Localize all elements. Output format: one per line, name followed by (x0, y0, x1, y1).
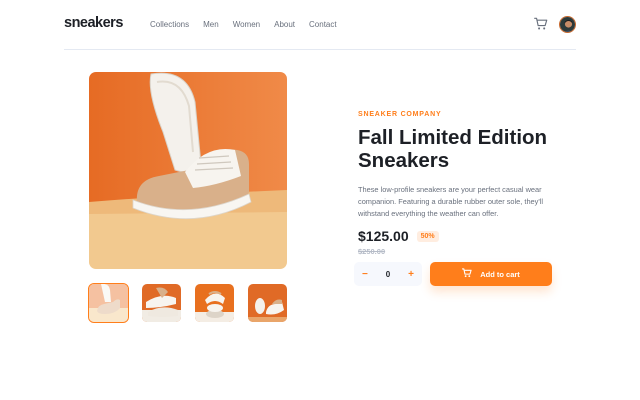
original-price: $250.00 (358, 247, 386, 256)
quantity-stepper: − 0 + (354, 262, 422, 286)
thumbnail-2[interactable] (142, 284, 181, 322)
main-nav: Collections Men Women About Contact (150, 20, 337, 29)
price-row: $125.00 50% (358, 228, 558, 244)
thumbnail-strip (88, 283, 287, 323)
add-to-cart-label: Add to cart (480, 269, 520, 279)
company-label: SNEAKER COMPANY (358, 111, 442, 118)
nav-women[interactable]: Women (233, 20, 260, 29)
thumbnail-3[interactable] (195, 284, 234, 322)
current-price: $125.00 (358, 228, 409, 244)
thumbnail-1[interactable] (88, 283, 129, 323)
nav-about[interactable]: About (274, 20, 295, 29)
user-avatar[interactable] (559, 16, 576, 33)
cart-icon (462, 268, 472, 280)
decrease-quantity-button[interactable]: − (362, 269, 368, 280)
nav-contact[interactable]: Contact (309, 20, 337, 29)
quantity-value: 0 (385, 269, 391, 279)
add-to-cart-button[interactable]: Add to cart (430, 262, 552, 286)
nav-men[interactable]: Men (203, 20, 219, 29)
site-header: sneakers Collections Men Women About Con… (64, 0, 576, 50)
product-description: These low-profile sneakers are your perf… (358, 185, 544, 218)
product-main-image[interactable] (89, 72, 287, 269)
logo[interactable]: sneakers (64, 15, 123, 31)
increase-quantity-button[interactable]: + (408, 269, 414, 280)
nav-collections[interactable]: Collections (150, 20, 189, 29)
product-title: Fall Limited Edition Sneakers (358, 126, 548, 172)
thumbnail-4[interactable] (248, 284, 287, 322)
discount-badge: 50% (416, 230, 439, 242)
product-details: SNEAKER COMPANY Fall Limited Edition Sne… (358, 111, 558, 256)
cart-icon[interactable] (534, 17, 548, 31)
